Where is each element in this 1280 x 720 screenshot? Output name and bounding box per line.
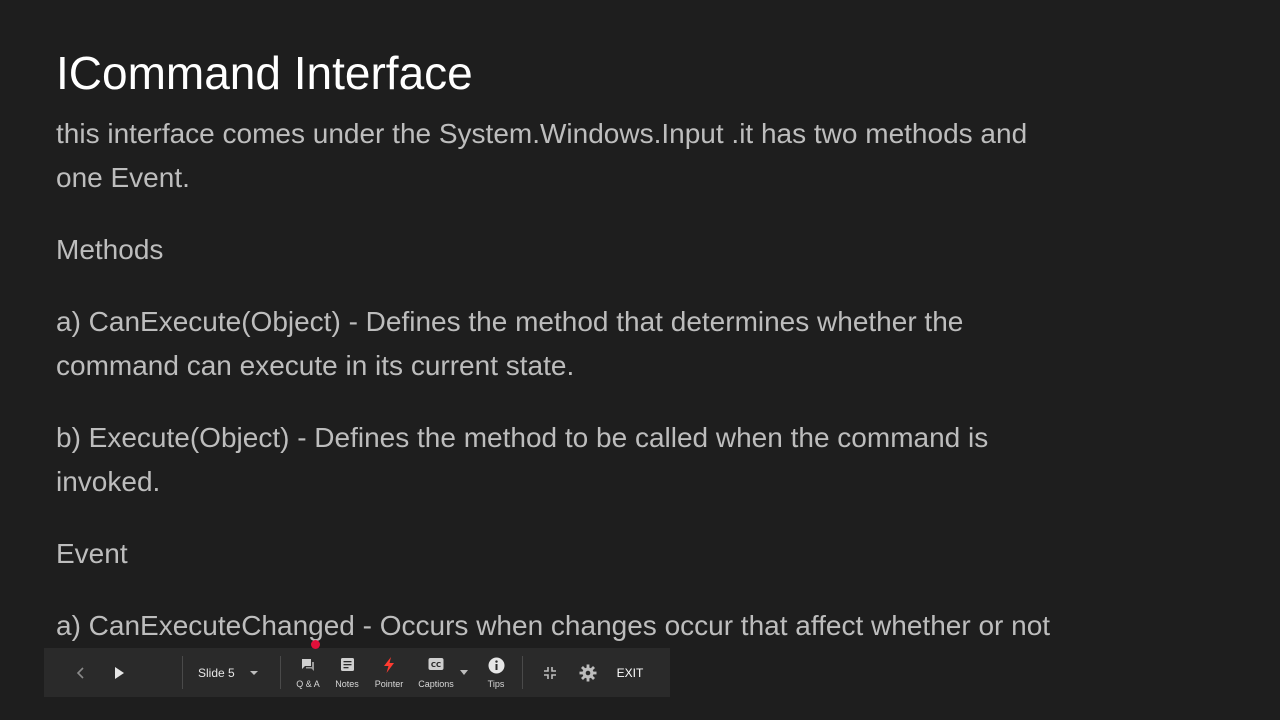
presentation-slide: ICommand Interface this interface comes … [0, 0, 1280, 720]
paragraph-line: a) CanExecute(Object) - Defines the meth… [56, 306, 964, 337]
settings-button[interactable] [576, 648, 600, 697]
section-heading-event: Event [56, 538, 128, 569]
slide-number-label: Slide 5 [198, 665, 235, 680]
lightning-icon [369, 657, 409, 677]
pointer-button[interactable]: Pointer [369, 654, 409, 692]
paragraph-line: a) CanExecuteChanged - Occurs when chang… [56, 610, 1051, 641]
paragraph-line: b) Execute(Object) - Defines the method … [56, 422, 989, 453]
notes-label: Notes [335, 679, 359, 689]
divider [182, 656, 183, 689]
divider [280, 656, 281, 689]
presenter-toolbar: Slide 5 Q & A Notes Pointer CC Captions … [44, 648, 670, 697]
exit-fullscreen-button[interactable] [538, 648, 562, 697]
chat-icon [288, 657, 328, 677]
slide-title: ICommand Interface [56, 47, 473, 99]
tips-button[interactable]: Tips [476, 654, 516, 692]
laser-pointer-dot [311, 640, 320, 649]
tips-label: Tips [487, 679, 505, 689]
qa-button[interactable]: Q & A [288, 654, 328, 692]
section-heading-methods: Methods [56, 234, 164, 265]
svg-text:CC: CC [431, 661, 441, 669]
notes-icon [327, 657, 367, 677]
slide-selector[interactable]: Slide 5 [194, 648, 272, 697]
previous-slide-button[interactable] [70, 648, 92, 697]
captions-button[interactable]: CC Captions [416, 654, 456, 692]
paragraph-line: one Event. [56, 162, 190, 193]
qa-label: Q & A [296, 679, 320, 689]
caret-down-icon [460, 670, 468, 675]
chevron-left-icon [76, 666, 84, 679]
gear-icon [579, 664, 597, 681]
paragraph-line: command can execute in its current state… [56, 350, 575, 381]
play-button[interactable] [108, 648, 130, 697]
pointer-label: Pointer [374, 679, 404, 689]
info-icon [476, 657, 516, 677]
exit-label: EXIT [616, 665, 644, 680]
notes-button[interactable]: Notes [327, 654, 367, 692]
exit-button[interactable]: EXIT [610, 648, 650, 697]
paragraph-line: invoked. [56, 466, 161, 497]
caret-down-icon [249, 670, 258, 675]
cc-icon: CC [416, 657, 456, 677]
play-icon [115, 666, 124, 679]
captions-label: Captions [418, 679, 454, 689]
exit-fullscreen-icon [544, 666, 556, 679]
paragraph-line: this interface comes under the System.Wi… [56, 118, 1028, 149]
captions-menu-button[interactable] [458, 648, 470, 697]
divider [522, 656, 523, 689]
